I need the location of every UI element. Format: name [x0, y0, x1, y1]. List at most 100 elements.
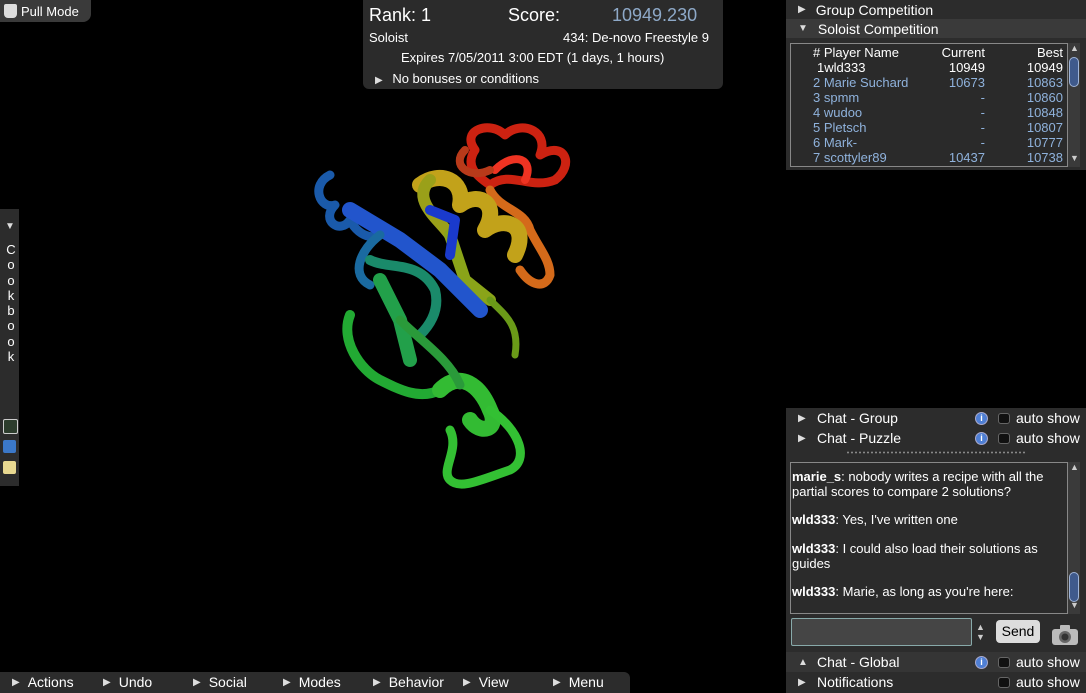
pull-mode-label: Pull Mode: [21, 3, 79, 19]
chat-group-toggle[interactable]: ▶ Chat - Group i auto show: [786, 408, 1086, 428]
chat-message: wld333: Yes, I've written one: [792, 512, 1062, 527]
competition-panel: ▶ Group Competition ▼ Soloist Competitio…: [786, 0, 1086, 170]
best-score: 10863: [1026, 75, 1063, 90]
competition-mode: Soloist: [369, 30, 409, 45]
column-player: # Player Name: [813, 45, 899, 60]
table-row[interactable]: 5 Pletsch - 10807: [791, 120, 1065, 135]
auto-show-label: auto show: [1016, 410, 1080, 426]
player-name: 4 wudoo: [813, 105, 863, 120]
chat-input[interactable]: [791, 618, 972, 646]
column-best: Best: [1036, 45, 1063, 60]
expand-triangle-icon: ▶: [193, 676, 201, 688]
auto-show-checkbox[interactable]: [998, 656, 1010, 668]
message-user: marie_s: [792, 469, 842, 484]
menu-menu[interactable]: ▶ Menu: [553, 674, 604, 690]
message-text: : Marie, as long as you're here:: [835, 584, 1014, 599]
script-icon[interactable]: [3, 419, 18, 434]
notifications-label: Notifications: [817, 674, 894, 690]
expand-triangle-icon: ▶: [373, 676, 381, 688]
soloist-competition-toggle[interactable]: ▼ Soloist Competition: [786, 19, 1086, 38]
send-button[interactable]: Send: [996, 620, 1040, 643]
soloist-competition-label: Soloist Competition: [817, 20, 939, 37]
chat-message: wld333: I could also load their solution…: [792, 541, 1062, 571]
collapse-triangle-icon[interactable]: ▼: [5, 221, 15, 232]
scroll-up-icon[interactable]: ▲: [1070, 43, 1079, 53]
history-stepper[interactable]: ▲ ▼: [976, 622, 985, 642]
expand-triangle-icon: ▶: [463, 676, 471, 688]
scroll-down-icon[interactable]: ▼: [1070, 600, 1079, 610]
expand-triangle-icon: ▶: [798, 412, 806, 424]
chat-global-toggle[interactable]: ▲ Chat - Global i auto show: [786, 652, 1086, 672]
chat-message: wld333: Marie, as long as you're here:: [792, 584, 1062, 599]
scores-scrollbar[interactable]: ▲ ▼: [1068, 43, 1080, 167]
notepad-icon[interactable]: [3, 461, 16, 474]
info-icon[interactable]: i: [975, 411, 988, 425]
chat-scrollbar[interactable]: ▲ ▼: [1068, 462, 1080, 614]
menu-label: Behavior: [388, 674, 444, 690]
group-competition-toggle[interactable]: ▶ Group Competition: [786, 0, 1086, 19]
camera-icon[interactable]: [1050, 622, 1080, 646]
table-row[interactable]: 3 spmm - 10860: [791, 90, 1065, 105]
current-score: -: [980, 90, 985, 105]
resize-handle[interactable]: [846, 451, 1026, 454]
menu-undo[interactable]: ▶ Undo: [103, 674, 152, 690]
current-score: -: [980, 135, 985, 150]
scores-table: # Player Name Current Best 1wld333 10949…: [790, 43, 1068, 167]
pull-mode-button[interactable]: Pull Mode: [0, 0, 91, 22]
table-row[interactable]: 2 Marie Suchard 10673 10863: [791, 75, 1065, 90]
player-name: 6 Mark-: [813, 135, 858, 150]
info-icon[interactable]: i: [975, 655, 988, 669]
notifications-toggle[interactable]: ▶ Notifications auto show: [786, 672, 1086, 692]
table-row[interactable]: 4 wudoo - 10848: [791, 105, 1065, 120]
chat-puzzle-label: Chat - Puzzle: [817, 430, 902, 446]
auto-show-checkbox[interactable]: [998, 432, 1010, 444]
column-current: Current: [941, 45, 985, 60]
expand-triangle-icon: ▶: [553, 676, 561, 688]
rank-label: Rank: 1: [369, 5, 432, 25]
group-competition-label: Group Competition: [815, 1, 934, 18]
bonus-toggle[interactable]: ▶ No bonuses or conditions: [375, 71, 539, 86]
info-icon[interactable]: i: [975, 431, 988, 445]
current-score: -: [980, 120, 985, 135]
cookbook-panel[interactable]: ▼ Cookbook: [0, 209, 19, 486]
best-score: 10949: [1026, 60, 1063, 75]
table-row[interactable]: 1wld333 10949 10949: [791, 60, 1065, 75]
table-row[interactable]: 7 scottyler89 10437 10738: [791, 150, 1065, 165]
scrollbar-thumb[interactable]: [1069, 57, 1079, 87]
chat-puzzle-toggle[interactable]: ▶ Chat - Puzzle i auto show: [786, 428, 1086, 448]
menu-actions[interactable]: ▶ Actions: [12, 674, 74, 690]
scroll-down-icon[interactable]: ▼: [1070, 153, 1079, 163]
menu-label: Social: [208, 674, 247, 690]
current-score: 10949: [948, 60, 985, 75]
collapse-triangle-icon: ▼: [798, 23, 808, 34]
scroll-up-icon[interactable]: ▲: [1070, 462, 1079, 472]
player-name: 7 scottyler89: [813, 150, 887, 165]
message-text: : Yes, I've written one: [835, 512, 958, 527]
expand-triangle-icon: ▶: [12, 676, 20, 688]
menu-social[interactable]: ▶ Social: [193, 674, 247, 690]
current-score: 10437: [948, 150, 985, 165]
chat-messages: marie_s: nobody writes a recipe with all…: [790, 462, 1068, 614]
pull-mode-icon: [4, 4, 17, 18]
score-value: 10949.230: [612, 5, 698, 25]
expiry-text: Expires 7/05/2011 3:00 EDT (1 days, 1 ho…: [401, 50, 665, 65]
menu-view[interactable]: ▶ View: [463, 674, 509, 690]
auto-show-label: auto show: [1016, 674, 1080, 690]
auto-show-checkbox[interactable]: [998, 676, 1010, 688]
score-label: Score:: [508, 5, 561, 25]
expand-triangle-icon: ▶: [798, 4, 806, 15]
collapse-triangle-icon: ▲: [798, 656, 808, 668]
chat-group-label: Chat - Group: [817, 410, 898, 426]
scrollbar-thumb[interactable]: [1069, 572, 1079, 602]
folder-icon[interactable]: [3, 440, 16, 453]
auto-show-label: auto show: [1016, 430, 1080, 446]
protein-view[interactable]: [290, 110, 590, 510]
puzzle-name: 434: De-novo Freestyle 9: [563, 30, 709, 45]
cookbook-label: Cookbook: [6, 242, 16, 365]
table-row[interactable]: 6 Mark- - 10777: [791, 135, 1065, 150]
auto-show-checkbox[interactable]: [998, 412, 1010, 424]
menu-label: Undo: [118, 674, 153, 690]
menu-behavior[interactable]: ▶ Behavior: [373, 674, 444, 690]
menu-label: Actions: [27, 674, 74, 690]
menu-modes[interactable]: ▶ Modes: [283, 674, 341, 690]
